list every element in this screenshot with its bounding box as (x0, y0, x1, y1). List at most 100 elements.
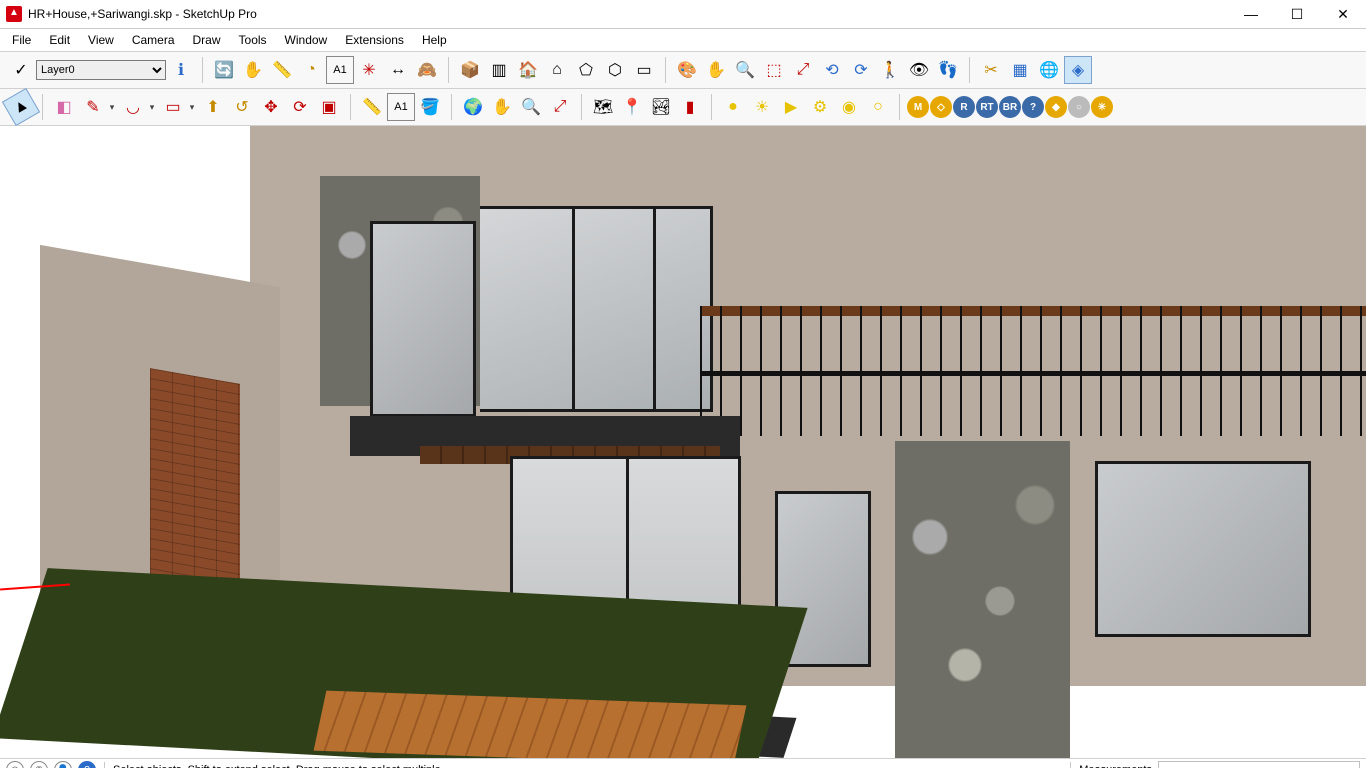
shadow1-icon[interactable]: ● (719, 93, 747, 121)
section-icon[interactable]: ✂ (977, 56, 1005, 84)
badge-star-icon[interactable]: ✳ (1091, 96, 1113, 118)
scale-icon[interactable]: ▣ (315, 93, 343, 121)
top-icon[interactable]: ⌂ (543, 56, 571, 84)
hand-icon[interactable]: ✋ (702, 56, 730, 84)
shadow6-icon[interactable]: ○ (864, 93, 892, 121)
zoom-window-icon[interactable]: ⬚ (760, 56, 788, 84)
back-icon[interactable]: ▭ (630, 56, 658, 84)
menu-file[interactable]: File (4, 31, 39, 49)
menu-extensions[interactable]: Extensions (337, 31, 412, 49)
window-controls: — ☐ ✕ (1228, 0, 1366, 28)
previous-view-icon[interactable]: ⟲ (818, 56, 846, 84)
geo-pin-icon[interactable]: 📍 (618, 93, 646, 121)
zoom-icon[interactable]: 🔍 (731, 56, 759, 84)
badge-help-icon[interactable]: ? (1022, 96, 1044, 118)
photo-icon[interactable]: 🏞 (647, 93, 675, 121)
pencil-icon[interactable]: ✎ (79, 93, 107, 121)
menu-camera[interactable]: Camera (124, 31, 183, 49)
select-tool-icon[interactable]: ▲ (2, 88, 40, 126)
statusbar: ⊙ © 👤 ? Select objects. Shift to extend … (0, 758, 1366, 768)
zoom-extents-icon[interactable]: ⤢ (789, 56, 817, 84)
toolbar-row-2: ▲ ◧ ✎▾ ◡▾ ▭▾ ⬆ ↺ ✥ ⟳ ▣ 📏 A1 🪣 🌍 ✋ 🔍 ⤢ 🗺 … (0, 89, 1366, 126)
tape-icon[interactable]: 📏 (268, 56, 296, 84)
iso-icon[interactable]: 🏠 (514, 56, 542, 84)
hide-icon[interactable]: 🙈 (413, 56, 441, 84)
status-credits-icon[interactable]: © (30, 761, 48, 768)
model-info-icon[interactable]: ◈ (1064, 56, 1092, 84)
group-icon[interactable]: ▥ (485, 56, 513, 84)
axes-icon[interactable]: ✳ (355, 56, 383, 84)
plan-icon[interactable]: ▦ (1006, 56, 1034, 84)
menu-help[interactable]: Help (414, 31, 455, 49)
move-icon[interactable]: ✥ (257, 93, 285, 121)
front-icon[interactable]: ⬠ (572, 56, 600, 84)
zoom2-icon[interactable]: 🔍 (517, 93, 545, 121)
rotate-icon[interactable]: ⟳ (286, 93, 314, 121)
status-user-icon[interactable]: 👤 (54, 761, 72, 768)
status-geo-icon[interactable]: ⊙ (6, 761, 24, 768)
layer-visible-icon[interactable]: ✓ (7, 56, 35, 84)
badge-m-icon[interactable]: M (907, 96, 929, 118)
arc-dropdown-icon[interactable]: ▾ (146, 93, 158, 121)
protractor-icon[interactable]: ◔ (297, 56, 325, 84)
menu-tools[interactable]: Tools (231, 31, 275, 49)
pushpull-icon[interactable]: ⬆ (199, 93, 227, 121)
model-stone-lower (895, 441, 1070, 758)
menu-draw[interactable]: Draw (185, 31, 229, 49)
eraser-icon[interactable]: ◧ (50, 93, 78, 121)
measurements-label: Measurements (1079, 764, 1152, 768)
badge-rt-icon[interactable]: RT (976, 96, 998, 118)
followme-icon[interactable]: ↺ (228, 93, 256, 121)
dimension-icon[interactable]: ↔ (384, 56, 412, 84)
arc-icon[interactable]: ◡ (119, 93, 147, 121)
status-hint-text: Select objects. Shift to extend select. … (113, 764, 444, 768)
paint-icon[interactable]: 🪣 (416, 93, 444, 121)
walk-icon[interactable]: 🚶 (876, 56, 904, 84)
menu-view[interactable]: View (80, 31, 122, 49)
minimize-button[interactable]: — (1228, 0, 1274, 28)
geo-map-icon[interactable]: 🗺 (589, 93, 617, 121)
badge-circle-icon[interactable]: ○ (1068, 96, 1090, 118)
close-button[interactable]: ✕ (1320, 0, 1366, 28)
model-window-upper-left (370, 221, 476, 417)
red-square-icon[interactable]: ▮ (676, 93, 704, 121)
orbit-icon[interactable]: 🔄 (210, 56, 238, 84)
shadow3-icon[interactable]: ▶ (777, 93, 805, 121)
menu-window[interactable]: Window (277, 31, 336, 49)
tape2-icon[interactable]: 📏 (358, 93, 386, 121)
component-icon[interactable]: 📦 (456, 56, 484, 84)
text-icon[interactable]: A1 (326, 56, 354, 84)
pan2-icon[interactable]: ✋ (488, 93, 516, 121)
badge-d-icon[interactable]: ◆ (1045, 96, 1067, 118)
right-icon[interactable]: ⬡ (601, 56, 629, 84)
look-icon[interactable]: 👁 (905, 56, 933, 84)
toolbar-row-1: ✓ Layer0 ℹ 🔄 ✋ 📏 ◔ A1 ✳ ↔ 🙈 📦 ▥ 🏠 ⌂ ⬠ ⬡ … (0, 52, 1366, 89)
rect-icon[interactable]: ▭ (159, 93, 187, 121)
styles-icon[interactable]: 🎨 (673, 56, 701, 84)
badge-br-icon[interactable]: BR (999, 96, 1021, 118)
menubar: File Edit View Camera Draw Tools Window … (0, 29, 1366, 52)
zoom-ext2-icon[interactable]: ⤢ (546, 93, 574, 121)
footprint-icon[interactable]: 👣 (934, 56, 962, 84)
badge-r-icon[interactable]: R (953, 96, 975, 118)
layer-select[interactable]: Layer0 (36, 60, 166, 80)
rect-dropdown-icon[interactable]: ▾ (186, 93, 198, 121)
menu-edit[interactable]: Edit (41, 31, 78, 49)
pan-icon[interactable]: ✋ (239, 56, 267, 84)
status-help-icon[interactable]: ? (78, 761, 96, 768)
shadow4-icon[interactable]: ⚙ (806, 93, 834, 121)
next-view-icon[interactable]: ⟳ (847, 56, 875, 84)
model-viewport[interactable] (0, 126, 1366, 758)
layer-info-icon[interactable]: ℹ (167, 56, 195, 84)
globe-icon[interactable]: 🌐 (1035, 56, 1063, 84)
model-balcony (700, 306, 1366, 436)
maximize-button[interactable]: ☐ (1274, 0, 1320, 28)
world-icon[interactable]: 🌍 (459, 93, 487, 121)
window-title: HR+House,+Sariwangi.skp - SketchUp Pro (28, 7, 257, 21)
shadow2-icon[interactable]: ☀ (748, 93, 776, 121)
pencil-dropdown-icon[interactable]: ▾ (106, 93, 118, 121)
shadow5-icon[interactable]: ◉ (835, 93, 863, 121)
measurements-input[interactable] (1158, 761, 1360, 768)
text2-icon[interactable]: A1 (387, 93, 415, 121)
badge-diamond-icon[interactable]: ◇ (930, 96, 952, 118)
